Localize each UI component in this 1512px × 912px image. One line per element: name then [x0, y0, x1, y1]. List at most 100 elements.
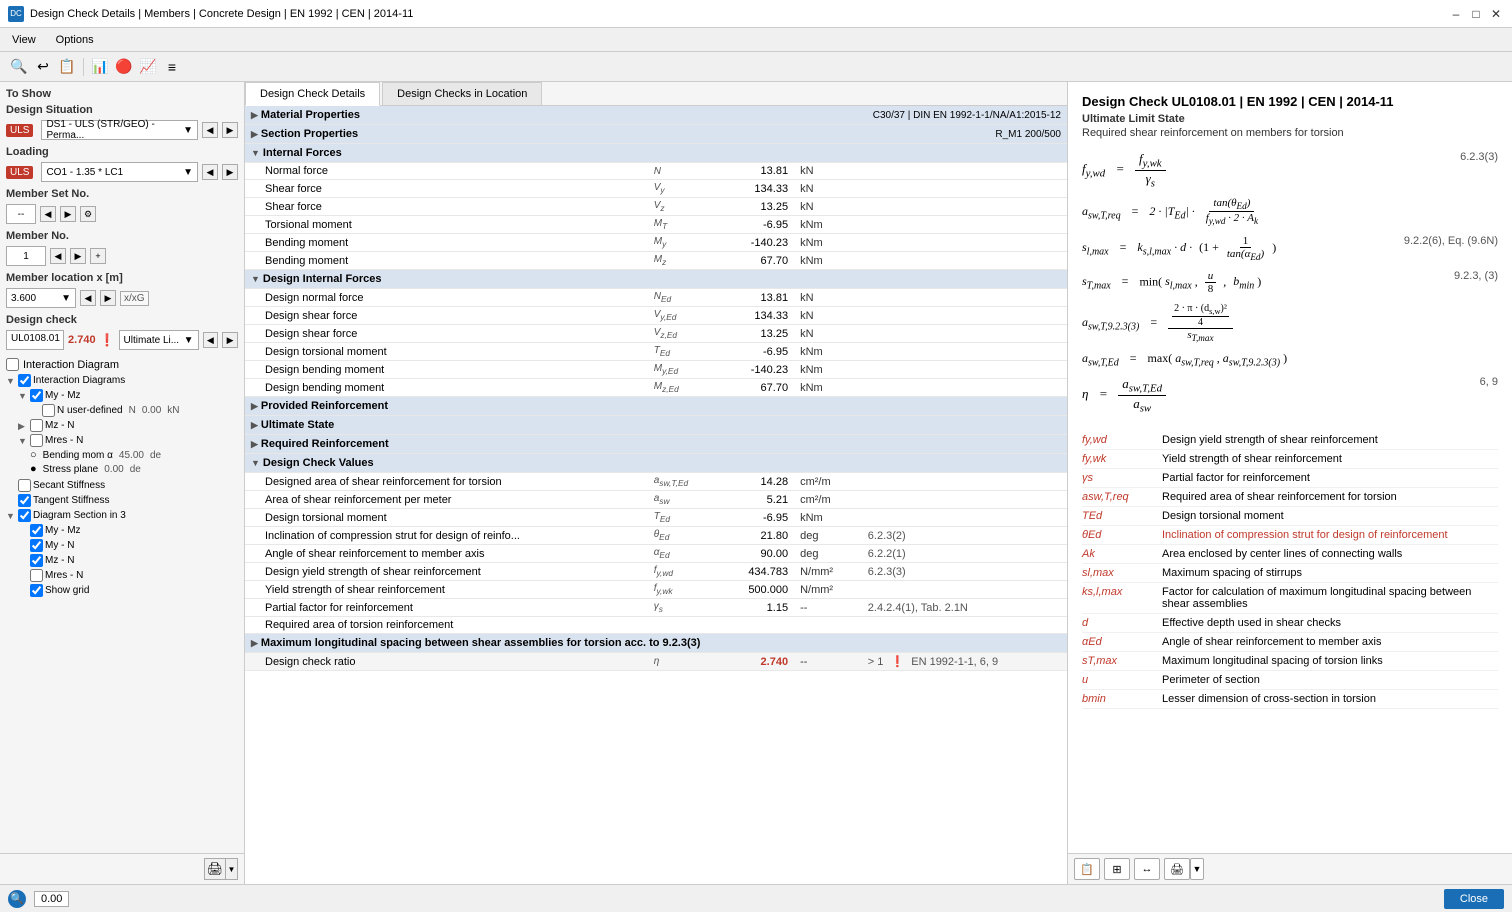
print-button[interactable]: 🖨 [204, 858, 226, 880]
expand-section[interactable]: ▶ [251, 129, 258, 139]
expand-interaction-diagrams[interactable]: ▼ [6, 376, 16, 386]
expand-design-internal[interactable]: ▼ [251, 274, 260, 284]
window-controls[interactable]: – □ ✕ [1448, 6, 1504, 22]
def-u: u Perimeter of section [1082, 671, 1498, 690]
mno-select-btn[interactable]: + [90, 248, 106, 264]
expand-ultimate[interactable]: ▶ [251, 420, 258, 430]
mno-prev-btn[interactable]: ◀ [50, 248, 66, 264]
uls-badge-loading: ULS [6, 166, 33, 179]
tree-item-show-grid: ▶ Show grid [6, 583, 238, 598]
tab-design-check-details[interactable]: Design Check Details [245, 82, 380, 106]
tree-check-n-user[interactable] [42, 404, 55, 417]
close-button[interactable]: Close [1444, 889, 1504, 909]
restore-button[interactable]: □ [1468, 6, 1484, 22]
tree-check-mz-n[interactable] [30, 419, 43, 432]
member-set-input[interactable] [6, 204, 36, 224]
def-text-aswtreq: Required area of shear reinforcement for… [1162, 491, 1498, 503]
toolbar-btn-1[interactable]: 🔍 [8, 56, 30, 78]
interaction-diagram-checkbox[interactable] [6, 358, 19, 371]
menu-view[interactable]: View [8, 32, 40, 48]
tree-check-ds-mresn[interactable] [30, 569, 43, 582]
toolbar-btn-2[interactable]: ↩ [32, 56, 54, 78]
expand-internal[interactable]: ▼ [251, 148, 260, 158]
dc-prev-btn[interactable]: ◀ [203, 332, 219, 348]
def-d: d Effective depth used in shear checks [1082, 614, 1498, 633]
expand-provided[interactable]: ▶ [251, 401, 258, 411]
loc-next-btn[interactable]: ▶ [100, 290, 116, 306]
theta-sym: θEd [646, 527, 717, 545]
tree-check-mres-n[interactable] [30, 434, 43, 447]
tree-check-show-grid[interactable] [30, 584, 43, 597]
design-myed-sym: My,Ed [646, 361, 717, 379]
tree-check-ds-myn[interactable] [30, 539, 43, 552]
mset-next-btn[interactable]: ▶ [60, 206, 76, 222]
def-text-gammas: Partial factor for reinforcement [1162, 472, 1498, 484]
mset-config-btn[interactable]: ⚙ [80, 206, 96, 222]
toolbar-btn-6[interactable]: 📈 [137, 56, 159, 78]
tree-check-ds-mzn[interactable] [30, 554, 43, 567]
tree-check-tangent[interactable] [18, 494, 31, 507]
toolbar-btn-7[interactable]: ≡ [161, 56, 183, 78]
section-max-spacing: ▶Maximum longitudinal spacing between sh… [245, 634, 1067, 653]
tree-item-stress-plane: ● Stress plane 0.00 de [6, 462, 238, 476]
close-window-button[interactable]: ✕ [1488, 6, 1504, 22]
search-status-icon[interactable]: 🔍 [8, 890, 26, 908]
tree-check-ds-mymz[interactable] [30, 524, 43, 537]
def-text-fywd: Design yield strength of shear reinforce… [1162, 434, 1498, 446]
mset-prev-btn[interactable]: ◀ [40, 206, 56, 222]
expand-dcv[interactable]: ▼ [251, 458, 260, 468]
mno-next-btn[interactable]: ▶ [70, 248, 86, 264]
minimize-button[interactable]: – [1448, 6, 1464, 22]
design-situation-combo[interactable]: DS1 - ULS (STR/GEO) - Perma... ▼ [41, 120, 198, 140]
right-toolbar-print-btn[interactable]: 🖨 [1164, 858, 1190, 880]
design-ned-label: Design normal force [245, 289, 646, 307]
interaction-diagram-checkbox-row: Interaction Diagram [6, 358, 238, 371]
tree-check-my-mz[interactable] [30, 389, 43, 402]
print-dropdown[interactable]: ▼ [226, 858, 238, 880]
member-no-input[interactable] [6, 246, 46, 266]
def-symbol-u: u [1082, 674, 1162, 686]
right-toolbar-print-dropdown[interactable]: ▼ [1190, 858, 1204, 880]
right-toolbar-btn-3[interactable]: ↔ [1134, 858, 1160, 880]
torsional-label: Torsional moment [245, 216, 646, 234]
menu-options[interactable]: Options [52, 32, 98, 48]
theta-label: Inclination of compression strut for des… [245, 527, 646, 545]
status-coords[interactable]: 0.00 [34, 891, 69, 907]
toolbar-btn-3[interactable]: 📋 [56, 56, 78, 78]
tree-item-bending-1: ○ Bending mom α 45.00 de [6, 448, 238, 462]
formula-3-ref: 9.2.2(6), Eq. (9.6N) [1392, 235, 1498, 247]
dc-next-btn[interactable]: ▶ [222, 332, 238, 348]
interaction-diagrams-checkbox[interactable] [18, 374, 31, 387]
loc-prev-btn[interactable]: ◀ [80, 290, 96, 306]
tree-check-secant[interactable] [18, 479, 31, 492]
properties-table-container: ▶Material Properties C30/37 | DIN EN 199… [245, 106, 1067, 884]
ds-prev-btn[interactable]: ◀ [202, 122, 218, 138]
right-toolbar-btn-1[interactable]: 📋 [1074, 858, 1100, 880]
expand-required[interactable]: ▶ [251, 439, 258, 449]
loc-ratio-display: x/xG [120, 291, 149, 306]
ds-next-btn[interactable]: ▶ [222, 122, 238, 138]
tab-design-checks-location[interactable]: Design Checks in Location [382, 82, 542, 105]
fywk-label: Yield strength of shear reinforcement [245, 581, 646, 599]
loading-prev-btn[interactable]: ◀ [202, 164, 218, 180]
location-combo[interactable]: 3.600 ▼ [6, 288, 76, 308]
right-toolbar-btn-2[interactable]: ⊞ [1104, 858, 1130, 880]
formula-4-ref: 9.2.3, (3) [1442, 270, 1498, 282]
design-vzed-sym: Vz,Ed [646, 325, 717, 343]
expand-material[interactable]: ▶ [251, 110, 258, 120]
formula-3: sl,max = ks,l,max · d · (1 + 1 tan(αEd) … [1082, 235, 1392, 262]
tree-item-ds-mymz: ▶ My - Mz [6, 523, 238, 538]
expand-max-spacing[interactable]: ▶ [251, 638, 258, 648]
toolbar-btn-5[interactable]: 🔴 [113, 56, 135, 78]
fywk-unit: N/mm² [796, 581, 860, 599]
tree-item-mz-n: ▶ Mz - N [6, 418, 238, 433]
loading-next-btn[interactable]: ▶ [222, 164, 238, 180]
left-bottom-toolbar: 🖨 ▼ [204, 858, 238, 880]
asw-t-ed-label: Designed area of shear reinforcement for… [245, 473, 646, 491]
toolbar-btn-4[interactable]: 📊 [89, 56, 111, 78]
alpha-unit: deg [796, 545, 860, 563]
design-check-code[interactable]: UL0108.01 [6, 330, 64, 350]
tree-check-diagram-section[interactable] [18, 509, 31, 522]
loading-combo[interactable]: CO1 - 1.35 * LC1 ▼ [41, 162, 198, 182]
design-check-type-combo[interactable]: Ultimate Li... ▼ [119, 330, 199, 350]
